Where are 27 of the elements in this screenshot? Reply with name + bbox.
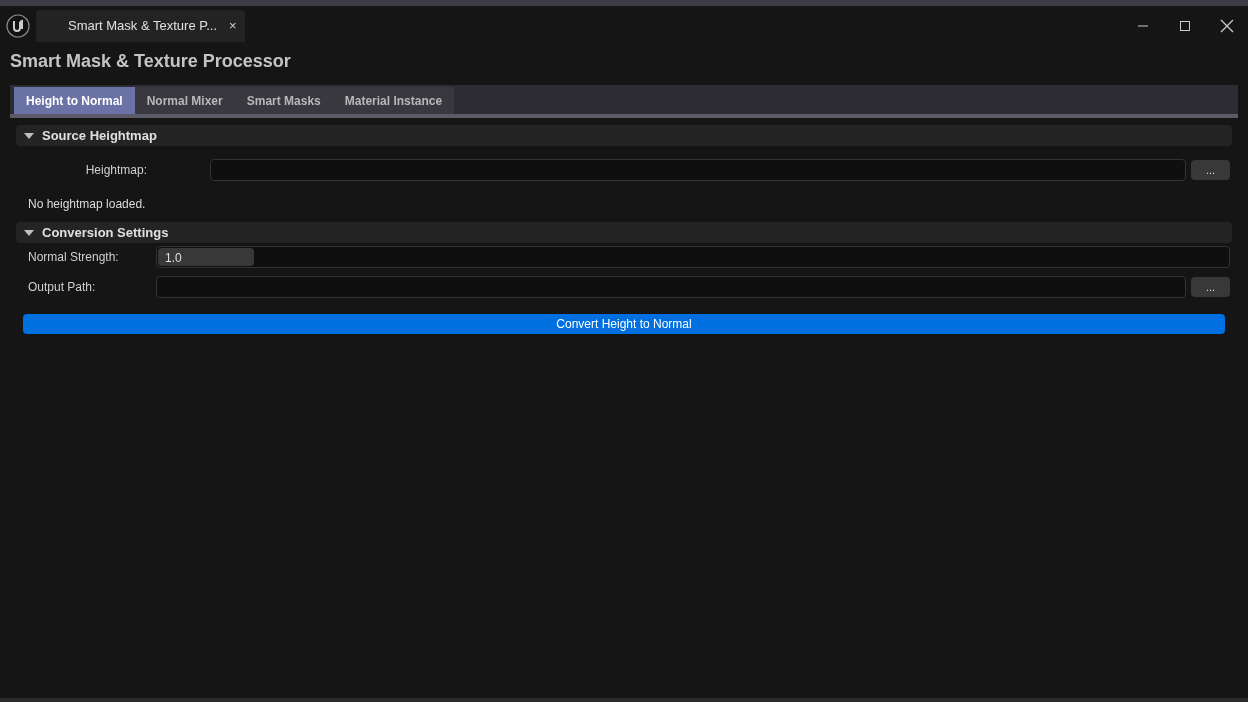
section-header[interactable]: Conversion Settings <box>16 222 1232 243</box>
convert-button[interactable]: Convert Height to Normal <box>23 314 1225 334</box>
tab[interactable]: Height to Normal <box>14 87 135 114</box>
document-tab[interactable]: Smart Mask & Texture P... × <box>36 10 245 42</box>
tab[interactable]: Smart Masks <box>234 87 333 114</box>
expand-arrow-icon <box>24 228 34 237</box>
section-header[interactable]: Source Heightmap <box>16 125 1232 146</box>
expand-arrow-icon <box>24 131 34 140</box>
output-path-field[interactable] <box>156 276 1186 298</box>
section-title: Conversion Settings <box>42 223 169 242</box>
section-title: Source Heightmap <box>42 126 157 145</box>
browse-button[interactable]: ... <box>1191 277 1230 297</box>
field-label: Heightmap: <box>84 162 148 179</box>
strength-slider[interactable]: 1.0 <box>156 246 1230 268</box>
slider-value: 1.0 <box>165 250 182 267</box>
status-text: No heightmap loaded. <box>28 196 147 213</box>
tab[interactable]: Material Instance <box>332 87 455 114</box>
field-label: Normal Strength: <box>27 249 120 266</box>
tab[interactable]: Normal Mixer <box>134 87 235 114</box>
field-label: Output Path: <box>27 279 97 296</box>
heightmap-field[interactable] <box>210 159 1186 181</box>
tab-title: Smart Mask & Texture P... <box>68 17 218 36</box>
close-icon[interactable] <box>1218 17 1236 35</box>
close-tab-button[interactable]: × <box>229 16 237 36</box>
logo-icon <box>6 14 30 38</box>
panel-heading: Smart Mask & Texture Processor <box>9 50 292 73</box>
browse-button[interactable]: ... <box>1191 160 1230 180</box>
